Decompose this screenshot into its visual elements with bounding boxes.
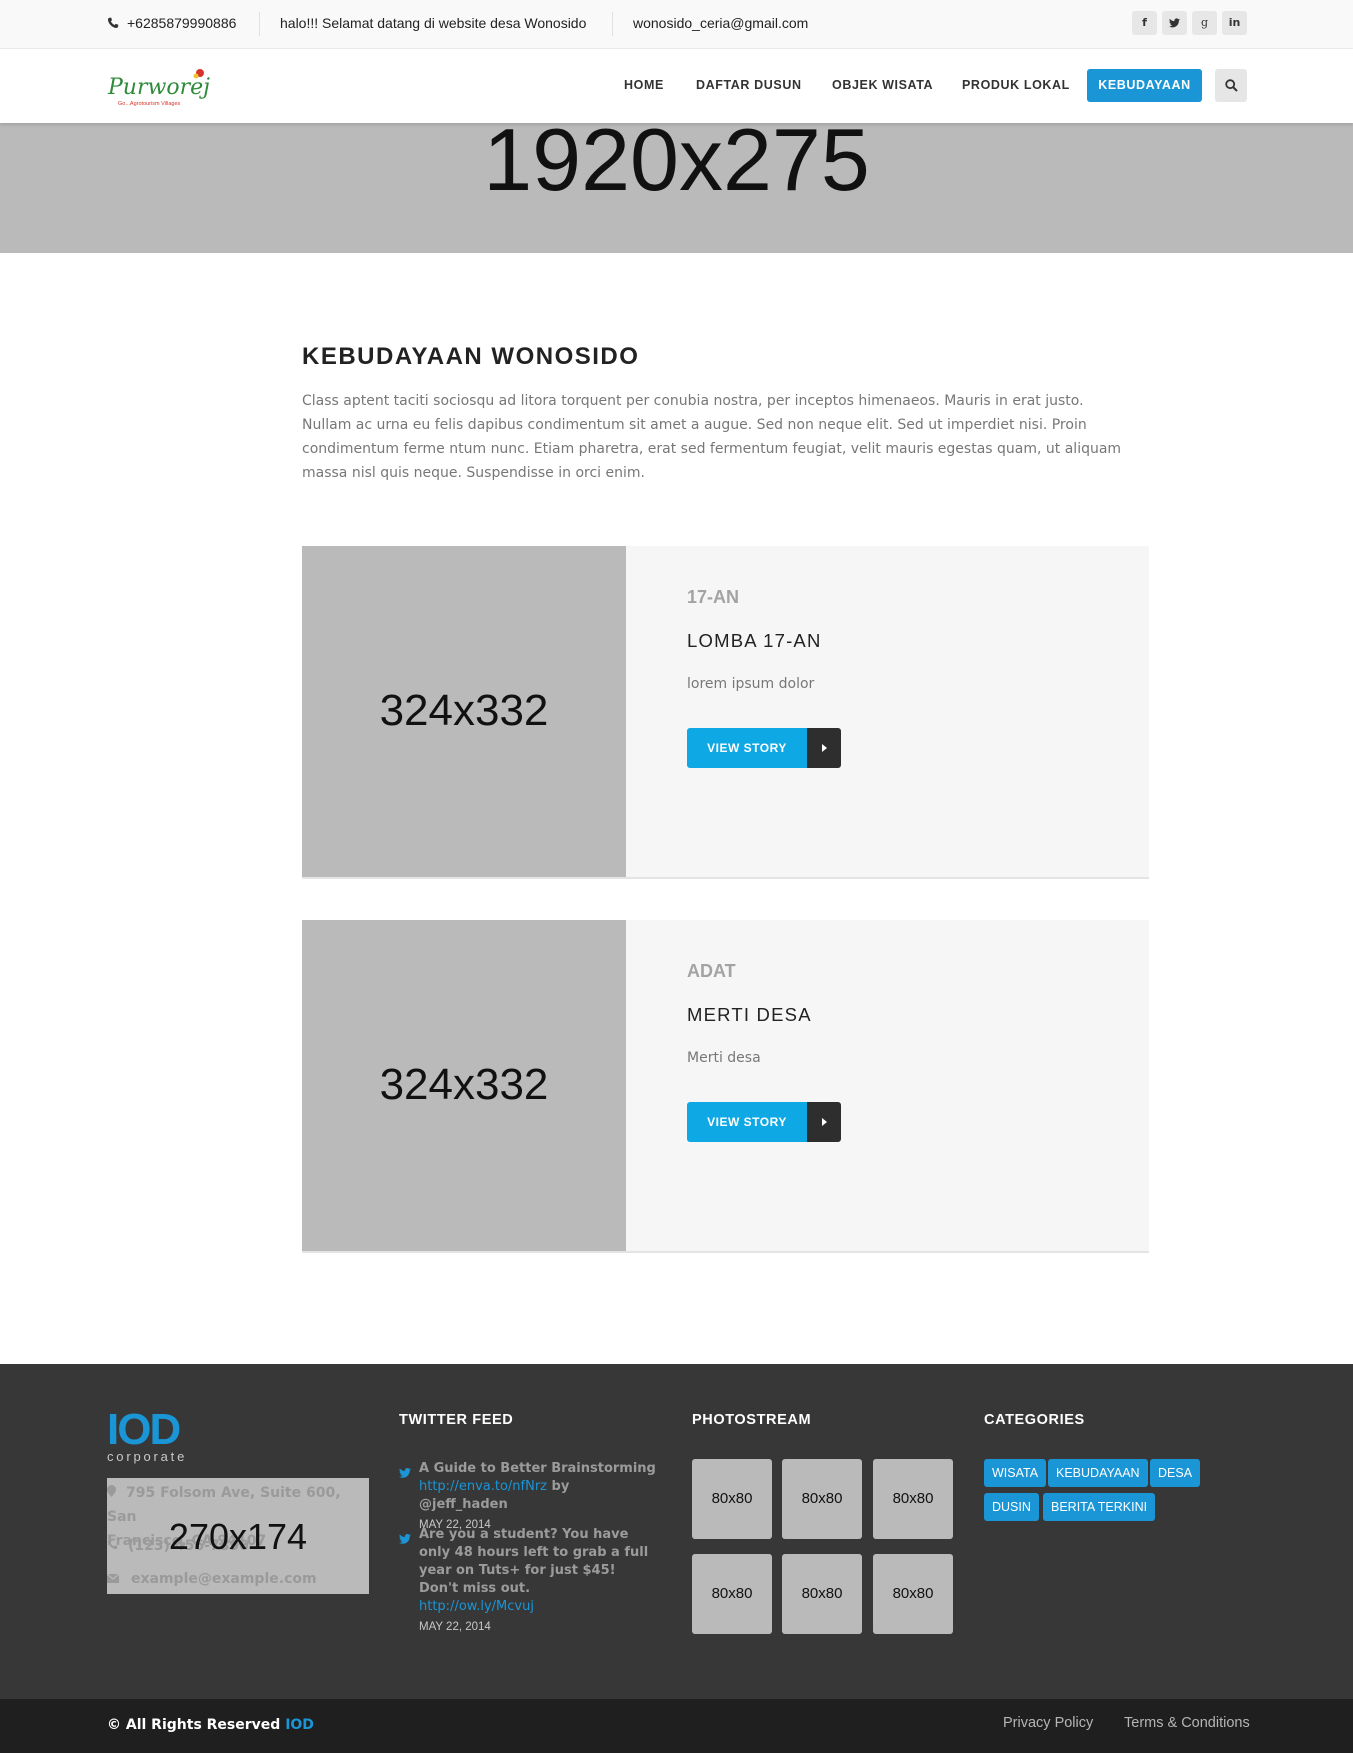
photostream-thumbnail[interactable]: 80x80 (782, 1554, 862, 1634)
tweet-link[interactable]: http://ow.ly/Mcvuj (419, 1599, 534, 1614)
twitter-icon (399, 1534, 411, 1544)
photostream-thumbnail[interactable]: 80x80 (692, 1554, 772, 1634)
photostream-thumbnail[interactable]: 80x80 (873, 1554, 953, 1634)
story-card: 324x332 17-AN LOMBA 17-AN lorem ipsum do… (302, 546, 1149, 879)
footer-logo-mark: IOD (107, 1405, 181, 1454)
story-excerpt: Merti desa (687, 1050, 761, 1066)
contact-block: 795 Folsom Ave, Suite 600, San Francisco,… (106, 1478, 369, 1594)
contact-placeholder-text: 270x174 (168, 1516, 308, 1557)
footer-logo[interactable]: IOD corporate (107, 1405, 188, 1464)
copyright-label: © All Rights Reserved (107, 1717, 281, 1733)
facebook-icon[interactable]: f (1132, 11, 1157, 35)
page-description: Class aptent taciti sociosqu ad litora t… (302, 393, 1122, 481)
main-header: Purworejo Go...Agrotourism Villages HOME… (0, 49, 1353, 123)
category-tag-desa[interactable]: DESA (1150, 1459, 1201, 1487)
arrow-right-icon (807, 728, 841, 768)
story-excerpt: lorem ipsum dolor (687, 676, 815, 692)
story-category: ADAT (687, 961, 736, 981)
copyright-brand[interactable]: IOD (285, 1717, 314, 1733)
map-marker-icon (107, 1485, 116, 1497)
story-title[interactable]: LOMBA 17-AN (687, 630, 822, 652)
copyright-text: © All Rights Reserved IOD (107, 1717, 314, 1733)
topbar-divider (612, 12, 613, 36)
purworejo-logo-image: Purworejo Go...Agrotourism Villages (107, 69, 223, 107)
nav-kebudayaan[interactable]: KEBUDAYAAN (1087, 69, 1202, 102)
arrow-right-icon (807, 1102, 841, 1142)
tweet-text: A Guide to Better Brainstorming (419, 1461, 656, 1476)
search-button[interactable] (1215, 69, 1247, 102)
photostream-thumbnail[interactable]: 80x80 (873, 1459, 953, 1539)
footer-logo-subtitle: corporate (107, 1449, 188, 1464)
tweet-text: Are you a student? You have only 48 hour… (419, 1527, 649, 1596)
phone-icon (107, 17, 119, 29)
welcome-text: halo!!! Selamat datang di website desa W… (280, 15, 587, 31)
view-story-label: VIEW STORY (687, 1102, 807, 1142)
top-bar: +6285879990886 halo!!! Selamat datang di… (0, 0, 1353, 49)
story-title[interactable]: MERTI DESA (687, 1004, 812, 1026)
view-story-label: VIEW STORY (687, 728, 807, 768)
story-image[interactable]: 324x332 (302, 546, 626, 877)
story-image-placeholder: 324x332 (379, 1060, 549, 1109)
search-icon (1225, 79, 1238, 92)
category-tag-wisata[interactable]: WISATA (984, 1459, 1047, 1487)
nav-objek-wisata[interactable]: OBJEK WISATA (832, 69, 933, 102)
nav-produk-lokal[interactable]: PRODUK LOKAL (962, 69, 1070, 102)
privacy-policy-link[interactable]: Privacy Policy (1003, 1715, 1093, 1731)
photostream-heading: PHOTOSTREAM (692, 1412, 812, 1428)
nav-daftar-dusun[interactable]: DAFTAR DUSUN (696, 69, 802, 102)
categories-heading: CATEGORIES (984, 1412, 1085, 1428)
category-tag-kebudayaan[interactable]: KEBUDAYAAN (1048, 1459, 1148, 1487)
contact-email[interactable]: example@example.com (106, 1571, 317, 1587)
bottom-bar: © All Rights Reserved IOD Privacy Policy… (0, 1699, 1353, 1753)
twitter-icon (399, 1468, 411, 1478)
page-title: KEBUDAYAAN WONOSIDO (302, 343, 640, 370)
logo-tagline: Go...Agrotourism Villages (118, 101, 181, 107)
phone-number: +6285879990886 (127, 15, 237, 31)
topbar-email[interactable]: wonosido_ceria@gmail.com (633, 0, 808, 46)
tweet-link[interactable]: http://enva.to/nfNrz (419, 1479, 547, 1494)
tweet-date: MAY 22, 2014 (419, 1621, 491, 1633)
category-tag-dusin[interactable]: DUSIN (984, 1493, 1039, 1521)
view-story-button[interactable]: VIEW STORY (687, 1102, 841, 1142)
site-logo[interactable]: Purworejo Go...Agrotourism Villages (106, 67, 223, 113)
tweet-item: Are you a student? You have only 48 hour… (419, 1526, 659, 1636)
nav-home[interactable]: HOME (624, 69, 664, 102)
story-card: 324x332 ADAT MERTI DESA Merti desa VIEW … (302, 920, 1149, 1253)
hero-placeholder-text: 1920x275 (483, 123, 870, 209)
category-tag-berita-terkini[interactable]: BERITA TERKINI (1043, 1493, 1156, 1521)
contact-email-text: example@example.com (131, 1571, 317, 1587)
topbar-divider (259, 12, 260, 36)
envelope-icon (106, 1573, 120, 1583)
twitter-feed-heading: TWITTER FEED (399, 1412, 514, 1428)
linkedin-icon[interactable]: in (1222, 11, 1247, 35)
story-image-placeholder: 324x332 (379, 686, 549, 735)
footer: IOD corporate 795 Folsom Ave, Suite 600,… (0, 1364, 1353, 1699)
google-plus-icon[interactable]: g (1192, 11, 1217, 35)
twitter-icon[interactable] (1162, 11, 1187, 35)
tweet-item: A Guide to Better Brainstorming http://e… (419, 1460, 659, 1534)
story-image[interactable]: 324x332 (302, 920, 626, 1251)
hero-banner: 1920x275 (0, 123, 1353, 253)
terms-conditions-link[interactable]: Terms & Conditions (1124, 1715, 1250, 1731)
photostream-thumbnail[interactable]: 80x80 (692, 1459, 772, 1539)
photostream-thumbnail[interactable]: 80x80 (782, 1459, 862, 1539)
topbar-phone[interactable]: +6285879990886 (107, 0, 236, 46)
story-category: 17-AN (687, 587, 740, 607)
view-story-button[interactable]: VIEW STORY (687, 728, 841, 768)
logo-script-text: Purworejo (107, 75, 210, 100)
